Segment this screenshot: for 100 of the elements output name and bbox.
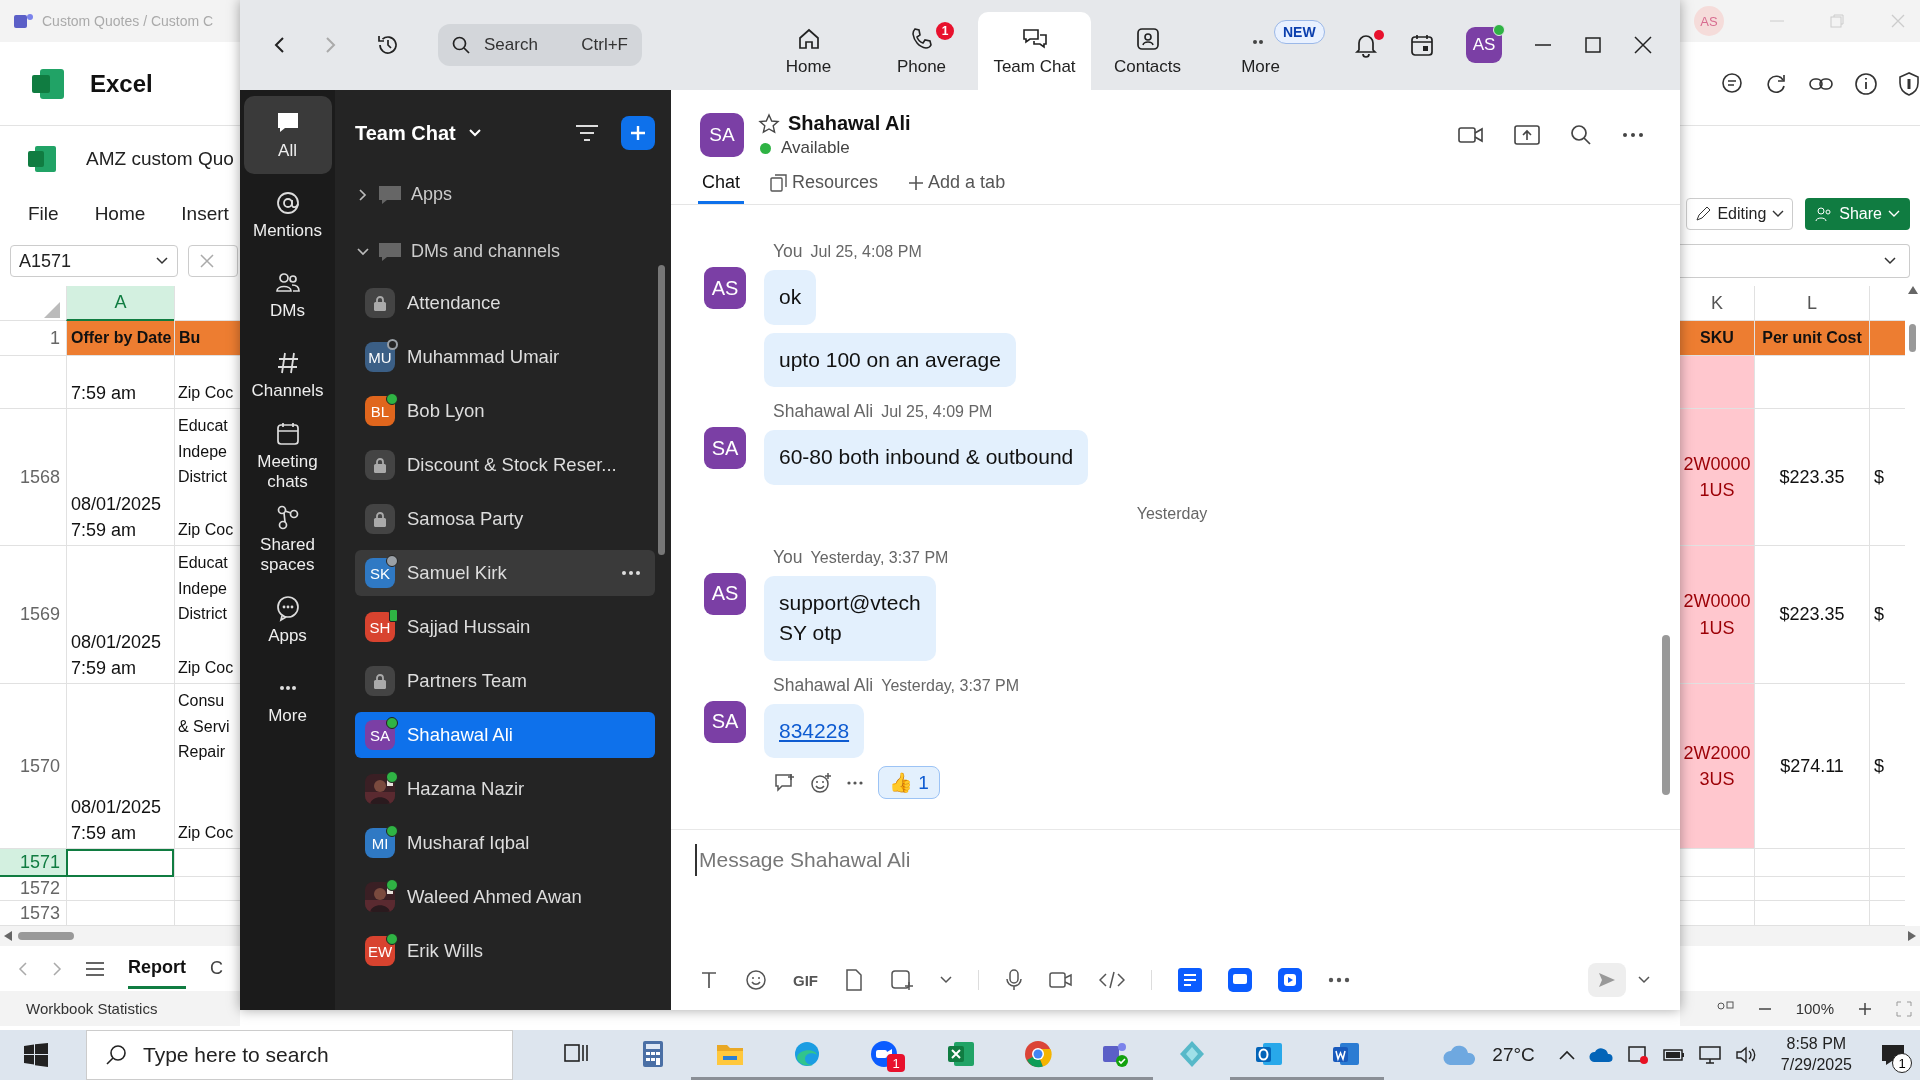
chat-list-item[interactable]: MI Musharaf Iqbal bbox=[355, 820, 655, 866]
nav-tab[interactable]: Team Chat bbox=[978, 12, 1091, 90]
share-screen-icon[interactable] bbox=[1514, 124, 1540, 146]
column-header[interactable]: A bbox=[66, 286, 174, 321]
zoom-level[interactable]: 100% bbox=[1795, 1000, 1834, 1017]
rail-item[interactable]: Shared spaces bbox=[243, 498, 332, 580]
emoji-icon[interactable] bbox=[810, 771, 832, 794]
reply-icon[interactable] bbox=[774, 772, 796, 793]
search-icon[interactable] bbox=[105, 1044, 127, 1066]
name-box[interactable]: A1571 bbox=[10, 245, 178, 277]
row-number[interactable]: 1571 bbox=[0, 849, 66, 877]
chevron-down-icon[interactable] bbox=[1772, 209, 1785, 218]
nav-tab[interactable]: Home bbox=[752, 12, 865, 90]
clock-date[interactable]: 7/29/2025 bbox=[1780, 1055, 1852, 1076]
selected-cell[interactable] bbox=[66, 849, 174, 877]
clips-app-icon[interactable] bbox=[1278, 968, 1302, 992]
rail-item[interactable]: Channels bbox=[243, 336, 332, 414]
rail-item[interactable]: DMs bbox=[243, 256, 332, 334]
search-icon[interactable] bbox=[452, 36, 470, 54]
rail-item[interactable]: All bbox=[243, 96, 332, 174]
cloud-icon[interactable] bbox=[1588, 1047, 1613, 1063]
plus-icon[interactable] bbox=[908, 174, 925, 191]
rail-item[interactable]: Meeting chats bbox=[243, 416, 332, 497]
emoji-icon[interactable] bbox=[745, 969, 767, 991]
windows-start-icon[interactable] bbox=[24, 1043, 48, 1067]
menu-icon[interactable] bbox=[86, 961, 104, 976]
chevron-up-icon[interactable] bbox=[1558, 1050, 1575, 1060]
microphone-icon[interactable] bbox=[1005, 969, 1023, 991]
chat-list-item[interactable]: Samosa Party bbox=[355, 496, 655, 542]
menu-tab[interactable]: File bbox=[28, 202, 59, 225]
caret-icon[interactable] bbox=[1638, 976, 1650, 984]
rail-item[interactable]: Apps bbox=[243, 581, 332, 660]
more-icon[interactable] bbox=[1622, 132, 1644, 138]
chat-list-item[interactable]: Attendance bbox=[355, 280, 655, 326]
chat-list-item[interactable]: SH Sajjad Hussain bbox=[355, 604, 655, 650]
caret-icon[interactable] bbox=[940, 976, 952, 984]
file-icon[interactable] bbox=[844, 969, 864, 991]
taskbar-app[interactable]: 1 bbox=[845, 1030, 922, 1080]
pencil-icon[interactable] bbox=[1695, 205, 1712, 222]
scroll-left-icon[interactable] bbox=[4, 931, 12, 941]
new-chat-button[interactable] bbox=[621, 116, 655, 150]
message-link[interactable]: 834228 bbox=[779, 718, 850, 742]
menu-tab[interactable]: Home bbox=[94, 202, 146, 225]
chat-tab[interactable]: Add a tab bbox=[904, 172, 1010, 204]
nav-tab[interactable]: Contacts bbox=[1091, 12, 1204, 90]
scrollbar[interactable] bbox=[658, 265, 665, 555]
whiteboard-app-icon[interactable] bbox=[1228, 968, 1252, 992]
temperature[interactable]: 27°C bbox=[1492, 1044, 1535, 1066]
chat-list-item[interactable]: Partners Team bbox=[355, 658, 655, 704]
info-icon[interactable] bbox=[1854, 71, 1878, 96]
contact-avatar[interactable]: SA bbox=[700, 113, 744, 157]
chevron-down-icon[interactable] bbox=[155, 256, 169, 266]
editing-button[interactable]: Editing bbox=[1686, 197, 1794, 230]
scrollbar[interactable] bbox=[1662, 635, 1670, 795]
chat-list-item[interactable]: Hazama Nazir bbox=[355, 766, 655, 812]
more-icon[interactable] bbox=[621, 570, 641, 576]
scroll-up-icon[interactable] bbox=[1907, 286, 1918, 294]
more-icon[interactable] bbox=[1328, 977, 1350, 983]
chat-list-item[interactable]: Waleed Ahmed Awan bbox=[355, 874, 655, 920]
zoom-in-icon[interactable] bbox=[1858, 1001, 1872, 1016]
sheet-tab[interactable]: Report bbox=[128, 948, 186, 989]
chevron-right-icon[interactable] bbox=[357, 188, 369, 201]
menu-tab[interactable]: Insert bbox=[181, 202, 229, 225]
calendar-icon[interactable] bbox=[1410, 33, 1434, 57]
chevron-down-icon[interactable] bbox=[1883, 256, 1897, 266]
close-icon[interactable] bbox=[1634, 36, 1652, 54]
search-icon[interactable] bbox=[1570, 124, 1592, 146]
rail-item[interactable]: More bbox=[243, 661, 332, 740]
vertical-scrollbar[interactable] bbox=[1909, 324, 1916, 352]
horizontal-scrollbar[interactable] bbox=[18, 932, 74, 940]
speaker-icon[interactable] bbox=[1734, 1046, 1757, 1064]
section-header[interactable]: Apps bbox=[355, 166, 655, 223]
search-field[interactable]: Search Ctrl+F bbox=[438, 24, 642, 66]
monitor-icon[interactable] bbox=[1698, 1046, 1721, 1064]
file-name[interactable]: AMZ custom Quo bbox=[86, 147, 234, 170]
panel-title[interactable]: Team Chat bbox=[355, 121, 456, 145]
chat-list-item[interactable]: EW Erik Wills bbox=[355, 928, 655, 974]
document-app-icon[interactable] bbox=[1178, 968, 1202, 992]
network-icon[interactable] bbox=[1626, 1045, 1649, 1065]
user-avatar[interactable]: AS bbox=[1466, 27, 1502, 63]
filter-icon[interactable] bbox=[575, 123, 599, 143]
text-format-icon[interactable] bbox=[699, 970, 719, 990]
chat-list-item[interactable]: Discount & Stock Reser... bbox=[355, 442, 655, 488]
code-icon[interactable] bbox=[1099, 971, 1125, 989]
video-icon[interactable] bbox=[1458, 125, 1484, 145]
chat-list-item[interactable]: SK Samuel Kirk bbox=[355, 550, 655, 596]
bell-icon[interactable] bbox=[1354, 32, 1378, 58]
browser-icon[interactable] bbox=[1022, 1038, 1053, 1069]
comment-icon[interactable] bbox=[1720, 71, 1744, 96]
chat-tab[interactable]: Chat bbox=[698, 172, 745, 204]
more-icon[interactable] bbox=[846, 779, 864, 786]
gif-button[interactable]: GIF bbox=[793, 971, 818, 989]
clock-time[interactable]: 8:58 PM bbox=[1786, 1034, 1847, 1055]
shield-icon[interactable] bbox=[1898, 71, 1920, 96]
send-button[interactable] bbox=[1588, 963, 1626, 997]
chat-tab[interactable]: Resources bbox=[766, 172, 883, 204]
rail-item[interactable]: Mentions bbox=[243, 176, 332, 254]
nav-tab[interactable]: NEW More bbox=[1204, 12, 1330, 90]
scroll-right-icon[interactable] bbox=[1908, 931, 1916, 941]
maximize-icon[interactable] bbox=[1584, 36, 1602, 54]
